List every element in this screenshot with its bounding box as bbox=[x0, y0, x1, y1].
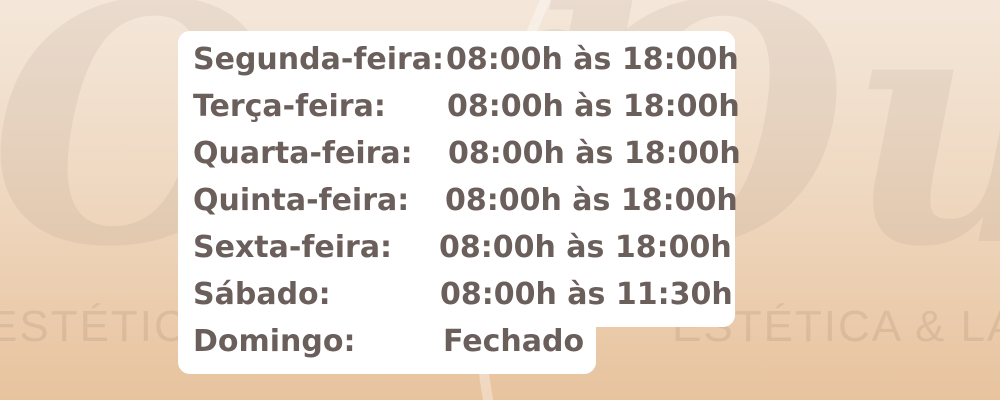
schedule-row-tuesday: Terça-feira: 08:00h às 18:00h bbox=[193, 87, 753, 134]
day-label: Quinta-feira: bbox=[193, 183, 410, 218]
schedule-row-sunday: Domingo: Fechado bbox=[193, 322, 753, 369]
day-label: Sábado: bbox=[193, 277, 331, 312]
day-label: Quarta-feira: bbox=[193, 136, 413, 171]
schedule-row-wednesday: Quarta-feira: 08:00h às 18:00h bbox=[193, 134, 753, 181]
day-label: Domingo: bbox=[193, 324, 356, 359]
business-hours-list: Segunda-feira: 08:00h às 18:00h Terça-fe… bbox=[193, 40, 753, 369]
hours-value: 08:00h às 18:00h bbox=[445, 183, 738, 218]
schedule-row-friday: Sexta-feira: 08:00h às 18:00h bbox=[193, 228, 753, 275]
schedule-row-monday: Segunda-feira: 08:00h às 18:00h bbox=[193, 40, 753, 87]
schedule-row-thursday: Quinta-feira: 08:00h às 18:00h bbox=[193, 181, 753, 228]
hours-value: Fechado bbox=[443, 324, 585, 359]
hours-value: 08:00h às 18:00h bbox=[447, 89, 740, 124]
day-label: Sexta-feira: bbox=[193, 230, 393, 265]
hours-value: 08:00h às 11:30h bbox=[440, 277, 733, 312]
day-label: Segunda-feira: bbox=[193, 42, 445, 77]
schedule-row-saturday: Sábado: 08:00h às 11:30h bbox=[193, 275, 753, 322]
hours-value: 08:00h às 18:00h bbox=[439, 230, 732, 265]
day-label: Terça-feira: bbox=[193, 89, 386, 124]
hours-value: 08:00h às 18:00h bbox=[446, 42, 739, 77]
hours-value: 08:00h às 18:00h bbox=[448, 136, 741, 171]
